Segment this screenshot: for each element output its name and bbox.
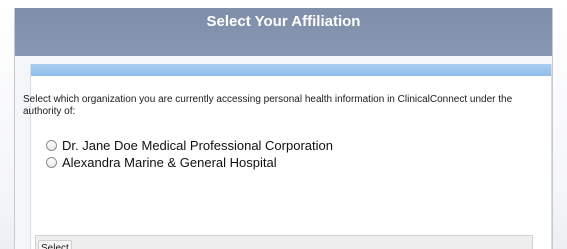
affiliation-option-label: Alexandra Marine & General Hospital <box>62 154 277 170</box>
action-bar: Select <box>35 235 533 249</box>
radio-button[interactable] <box>46 156 57 168</box>
affiliation-option-label: Dr. Jane Doe Medical Professional Corpor… <box>62 137 333 153</box>
page-title: Select Your Affiliation <box>206 13 361 30</box>
page: Select Your Affiliation Select which org… <box>0 0 567 249</box>
dialog-header-bar <box>31 64 551 76</box>
affiliation-option-2[interactable]: Alexandra Marine & General Hospital <box>46 154 333 170</box>
affiliation-options: Dr. Jane Doe Medical Professional Corpor… <box>46 137 333 171</box>
select-button[interactable]: Select <box>38 240 72 249</box>
instructions-text: Select which organization you are curren… <box>23 94 513 117</box>
page-frame: Select Your Affiliation <box>14 8 553 249</box>
affiliation-option-1[interactable]: Dr. Jane Doe Medical Professional Corpor… <box>46 137 333 153</box>
radio-button[interactable] <box>46 139 57 151</box>
